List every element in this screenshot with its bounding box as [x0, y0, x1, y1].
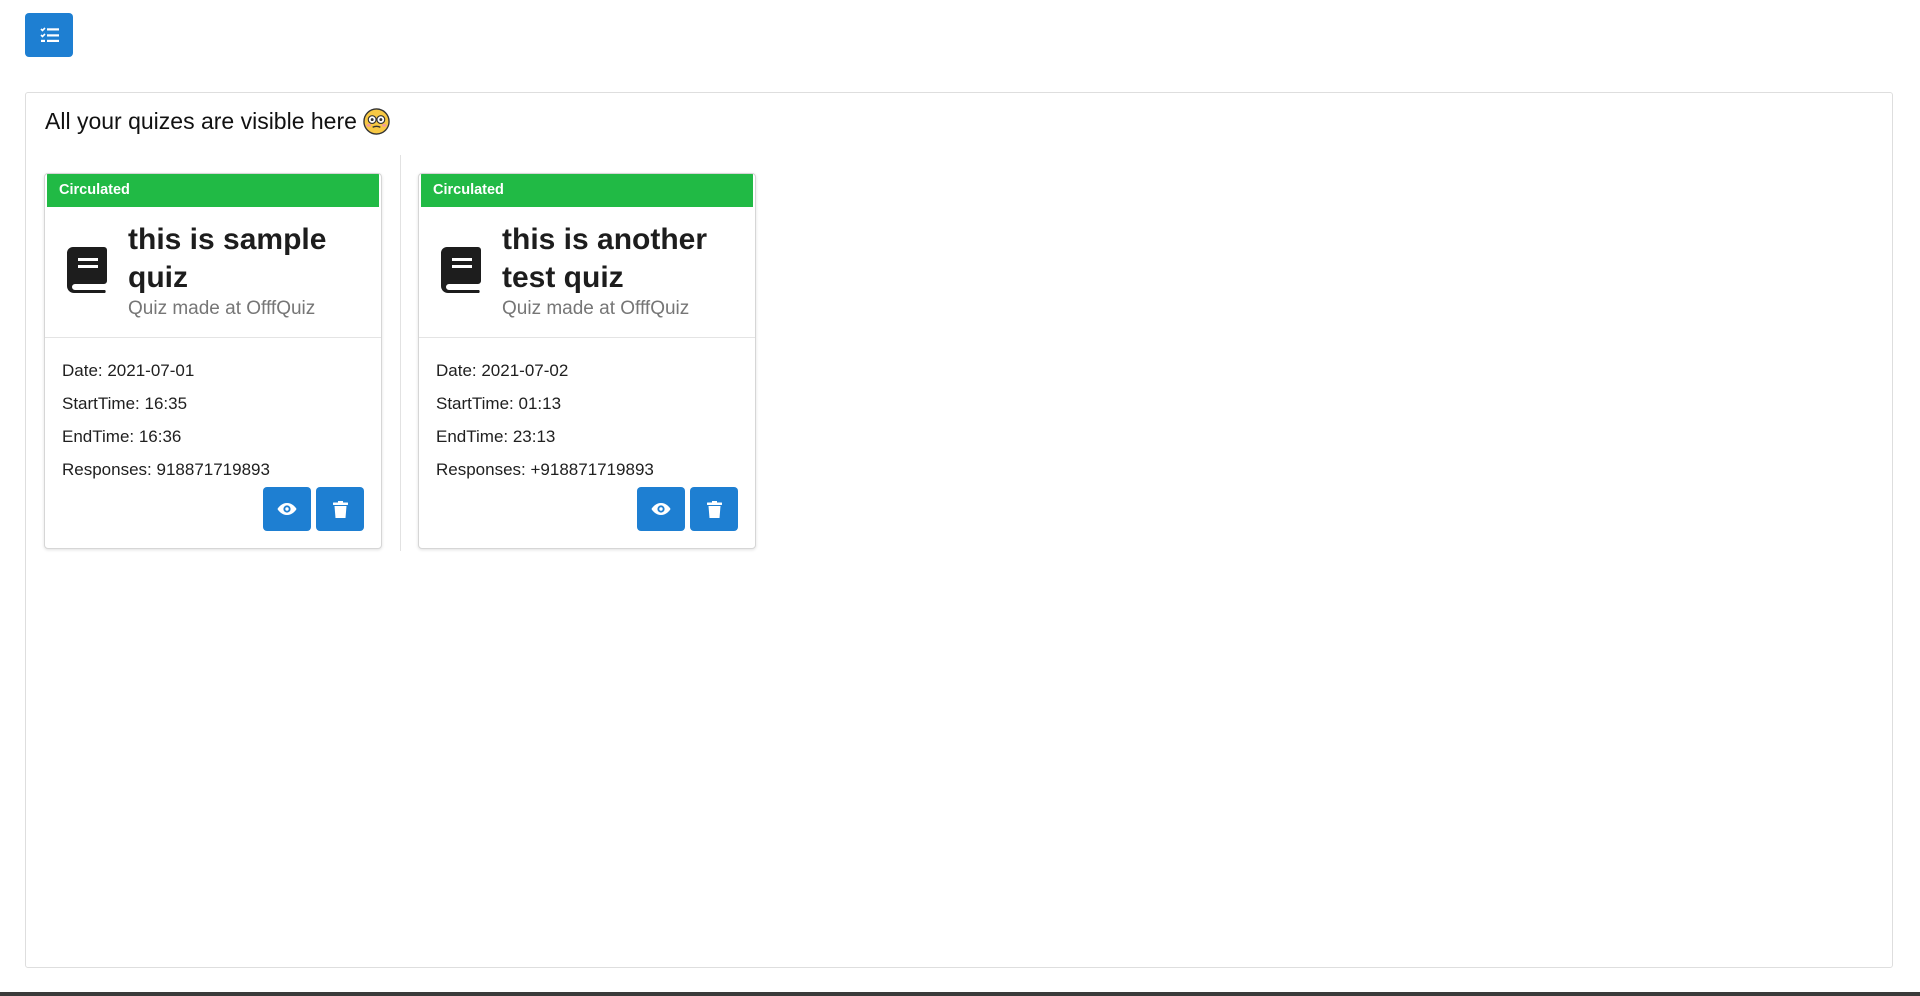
quiz-responses: Responses: +918871719893	[436, 460, 654, 479]
card-divider	[400, 155, 401, 551]
eye-icon	[651, 503, 671, 515]
quiz-card: Circulated this is sample quiz Quiz made…	[44, 173, 382, 549]
quiz-title: this is sample quiz	[128, 223, 327, 294]
delete-quiz-button[interactable]	[690, 487, 738, 531]
quiz-card: Circulated this is another test quiz Qui…	[418, 173, 756, 549]
book-icon	[67, 247, 107, 293]
quiz-date: Date: 2021-07-01	[62, 361, 195, 380]
panel-title-text: All your quizes are visible here	[45, 108, 357, 134]
card-actions	[263, 487, 364, 531]
quiz-subtitle: Quiz made at OfffQuiz	[128, 298, 316, 319]
quiz-end-time: EndTime: 23:13	[436, 427, 556, 446]
list-check-icon	[39, 27, 59, 42]
card-header: this is sample quiz Quiz made at OfffQui…	[45, 207, 381, 338]
view-quiz-button[interactable]	[263, 487, 311, 531]
trash-icon	[706, 500, 722, 518]
card-details: Date: 2021-07-02 StartTime: 01:13 EndTim…	[419, 338, 755, 486]
card-header: this is another test quiz Quiz made at O…	[419, 207, 755, 338]
quiz-responses: Responses: 918871719893	[62, 460, 270, 479]
status-badge: Circulated	[47, 174, 379, 207]
quiz-subtitle: Quiz made at OfffQuiz	[502, 298, 690, 319]
quiz-start-time: StartTime: 01:13	[436, 394, 562, 413]
status-badge: Circulated	[421, 174, 753, 207]
quiz-panel: All your quizes are visible here Circula…	[25, 92, 1893, 968]
eye-icon	[277, 503, 297, 515]
view-quiz-button[interactable]	[637, 487, 685, 531]
book-icon	[441, 247, 481, 293]
panel-heading: All your quizes are visible here	[45, 108, 390, 135]
quiz-end-time: EndTime: 16:36	[62, 427, 182, 446]
trash-icon	[332, 500, 348, 518]
flushed-face-emoji-icon	[363, 108, 390, 135]
quiz-title: this is another test quiz	[502, 223, 708, 294]
quiz-start-time: StartTime: 16:35	[62, 394, 188, 413]
card-actions	[637, 487, 738, 531]
menu-toggle-button[interactable]	[25, 13, 73, 57]
bottom-edge	[0, 992, 1920, 996]
card-details: Date: 2021-07-01 StartTime: 16:35 EndTim…	[45, 338, 381, 486]
quiz-date: Date: 2021-07-02	[436, 361, 569, 380]
delete-quiz-button[interactable]	[316, 487, 364, 531]
